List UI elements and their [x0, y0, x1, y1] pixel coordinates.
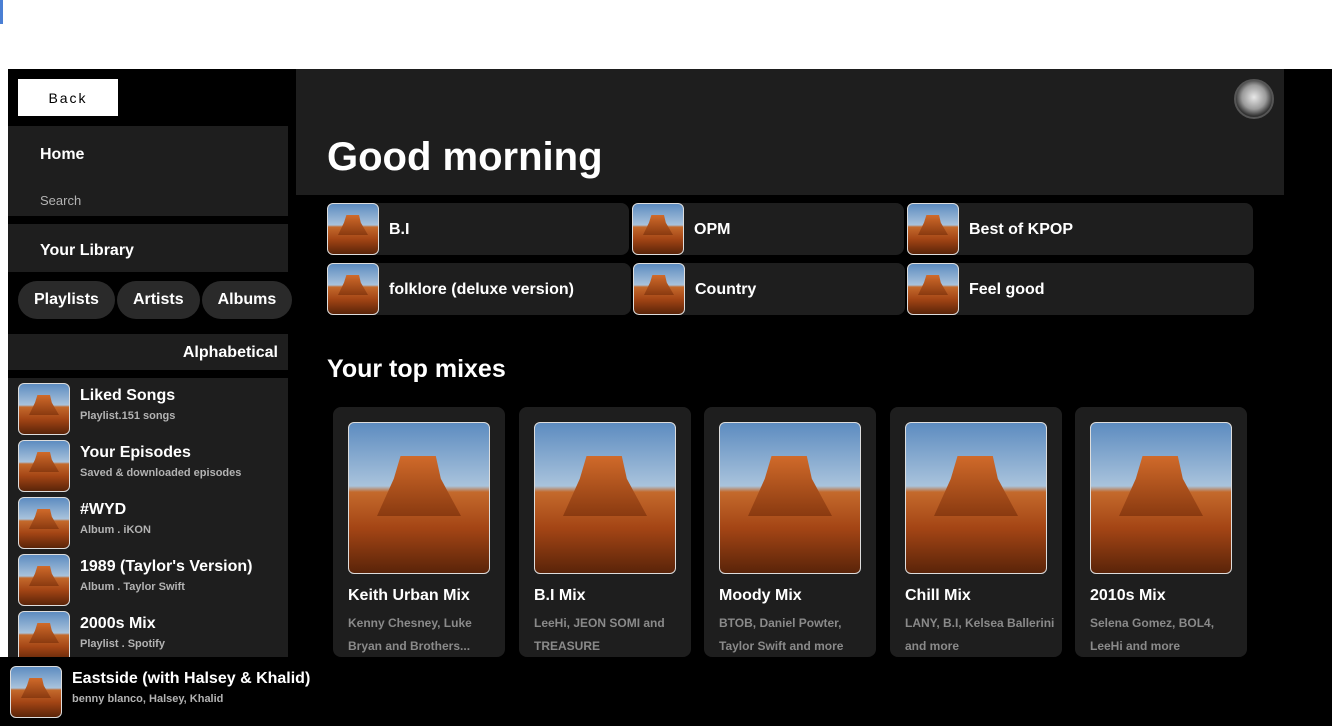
- quick-pick-item[interactable]: Best of KPOP: [907, 203, 1253, 255]
- album-art: [18, 383, 70, 435]
- filter-albums[interactable]: Albums: [201, 281, 293, 319]
- item-title: Your Episodes: [80, 444, 191, 461]
- sort-bar: Alphabetical: [8, 334, 288, 370]
- album-art: [907, 263, 959, 315]
- mix-title: 2010s Mix: [1090, 587, 1166, 604]
- library-header: Your Library: [8, 224, 288, 272]
- item-title: 1989 (Taylor's Version): [80, 558, 253, 575]
- mix-card[interactable]: Moody Mix BTOB, Daniel Powter, Taylor Sw…: [704, 407, 876, 657]
- now-playing-title[interactable]: Eastside (with Halsey & Khalid): [72, 670, 310, 688]
- now-playing-artist[interactable]: benny blanco, Halsey, Khalid: [72, 693, 223, 705]
- mix-description: LeeHi, JEON SOMI and TREASURE: [534, 616, 665, 653]
- mix-card[interactable]: 2010s Mix Selena Gomez, BOL4, LeeHi and …: [1075, 407, 1247, 657]
- mix-title: Chill Mix: [905, 587, 971, 604]
- list-item[interactable]: Liked Songs Playlist.151 songs: [18, 383, 288, 435]
- nav-home[interactable]: Home: [40, 146, 84, 164]
- album-art: [18, 440, 70, 492]
- item-subtitle: Playlist.151 songs: [80, 410, 176, 422]
- mix-title: Keith Urban Mix: [348, 587, 470, 604]
- item-subtitle: Playlist . Spotify: [80, 638, 165, 650]
- item-title: Liked Songs: [80, 387, 176, 404]
- main-content: Good morning B.I OPM Best of KPOP folklo…: [296, 69, 1332, 726]
- mix-description: Kenny Chesney, Luke Bryan and Brothers..…: [348, 616, 472, 653]
- mix-card[interactable]: Keith Urban Mix Kenny Chesney, Luke Brya…: [333, 407, 505, 657]
- album-art: [327, 203, 379, 255]
- item-title: 2000s Mix: [80, 615, 156, 632]
- mix-card[interactable]: Chill Mix LANY, B.I, Kelsea Ballerini an…: [890, 407, 1062, 657]
- filter-playlists[interactable]: Playlists: [18, 281, 115, 319]
- page-header: Good morning: [296, 69, 1284, 195]
- mix-title: Moody Mix: [719, 587, 802, 604]
- list-item[interactable]: #WYD Album . iKON: [18, 497, 288, 549]
- mix-title: B.I Mix: [534, 587, 586, 604]
- album-art: [905, 422, 1047, 574]
- section-title: Your top mixes: [327, 355, 506, 383]
- album-art: [1090, 422, 1232, 574]
- album-art: [633, 263, 685, 315]
- album-art: [18, 611, 70, 663]
- tab-indicator: [0, 0, 3, 24]
- album-art: [632, 203, 684, 255]
- page-title: Good morning: [327, 135, 603, 179]
- mix-description: Selena Gomez, BOL4, LeeHi and more: [1090, 616, 1215, 653]
- item-subtitle: Album . Taylor Swift: [80, 581, 185, 593]
- album-art: [18, 497, 70, 549]
- browser-top-strip: [0, 0, 1332, 69]
- sort-alphabetical[interactable]: Alphabetical: [183, 344, 278, 362]
- nav-search[interactable]: Search: [40, 193, 81, 208]
- quick-pick-label: Feel good: [969, 281, 1045, 298]
- quick-pick-item[interactable]: OPM: [632, 203, 904, 255]
- mix-card[interactable]: B.I Mix LeeHi, JEON SOMI and TREASURE: [519, 407, 691, 657]
- quick-pick-item[interactable]: folklore (deluxe version): [327, 263, 631, 315]
- item-subtitle: Album . iKON: [80, 524, 151, 536]
- album-art: [907, 203, 959, 255]
- quick-pick-label: Best of KPOP: [969, 221, 1074, 238]
- list-item[interactable]: Your Episodes Saved & downloaded episode…: [18, 440, 288, 492]
- quick-pick-item[interactable]: B.I: [327, 203, 629, 255]
- album-art: [18, 554, 70, 606]
- quick-pick-label: Country: [695, 281, 757, 298]
- avatar[interactable]: [1234, 79, 1274, 119]
- quick-pick-item[interactable]: Feel good: [907, 263, 1254, 315]
- now-playing-bar: Eastside (with Halsey & Khalid) benny bl…: [0, 657, 1332, 726]
- quick-pick-label: folklore (deluxe version): [389, 281, 574, 298]
- library-filters: Playlists Artists Albums: [18, 281, 293, 319]
- album-art: [719, 422, 861, 574]
- mix-description: LANY, B.I, Kelsea Ballerini and more: [905, 616, 1055, 653]
- album-art: [534, 422, 676, 574]
- app-window: Back Home Search Your Library Playlists …: [8, 69, 1332, 726]
- album-art: [348, 422, 490, 574]
- sidebar: Back Home Search Your Library Playlists …: [8, 69, 296, 726]
- filter-artists[interactable]: Artists: [116, 281, 200, 319]
- your-library-link[interactable]: Your Library: [40, 242, 134, 260]
- back-button[interactable]: Back: [18, 79, 118, 116]
- list-item[interactable]: 2000s Mix Playlist . Spotify: [18, 611, 288, 663]
- quick-pick-label: OPM: [694, 221, 731, 238]
- list-item[interactable]: 1989 (Taylor's Version) Album . Taylor S…: [18, 554, 288, 606]
- quick-pick-label: B.I: [389, 221, 410, 238]
- mix-description: BTOB, Daniel Powter, Taylor Swift and mo…: [719, 616, 844, 653]
- item-title: #WYD: [80, 501, 127, 518]
- nav-panel: Home Search: [8, 126, 288, 216]
- item-subtitle: Saved & downloaded episodes: [80, 467, 242, 479]
- album-art: [327, 263, 379, 315]
- album-art[interactable]: [10, 666, 62, 718]
- quick-pick-item[interactable]: Country: [633, 263, 905, 315]
